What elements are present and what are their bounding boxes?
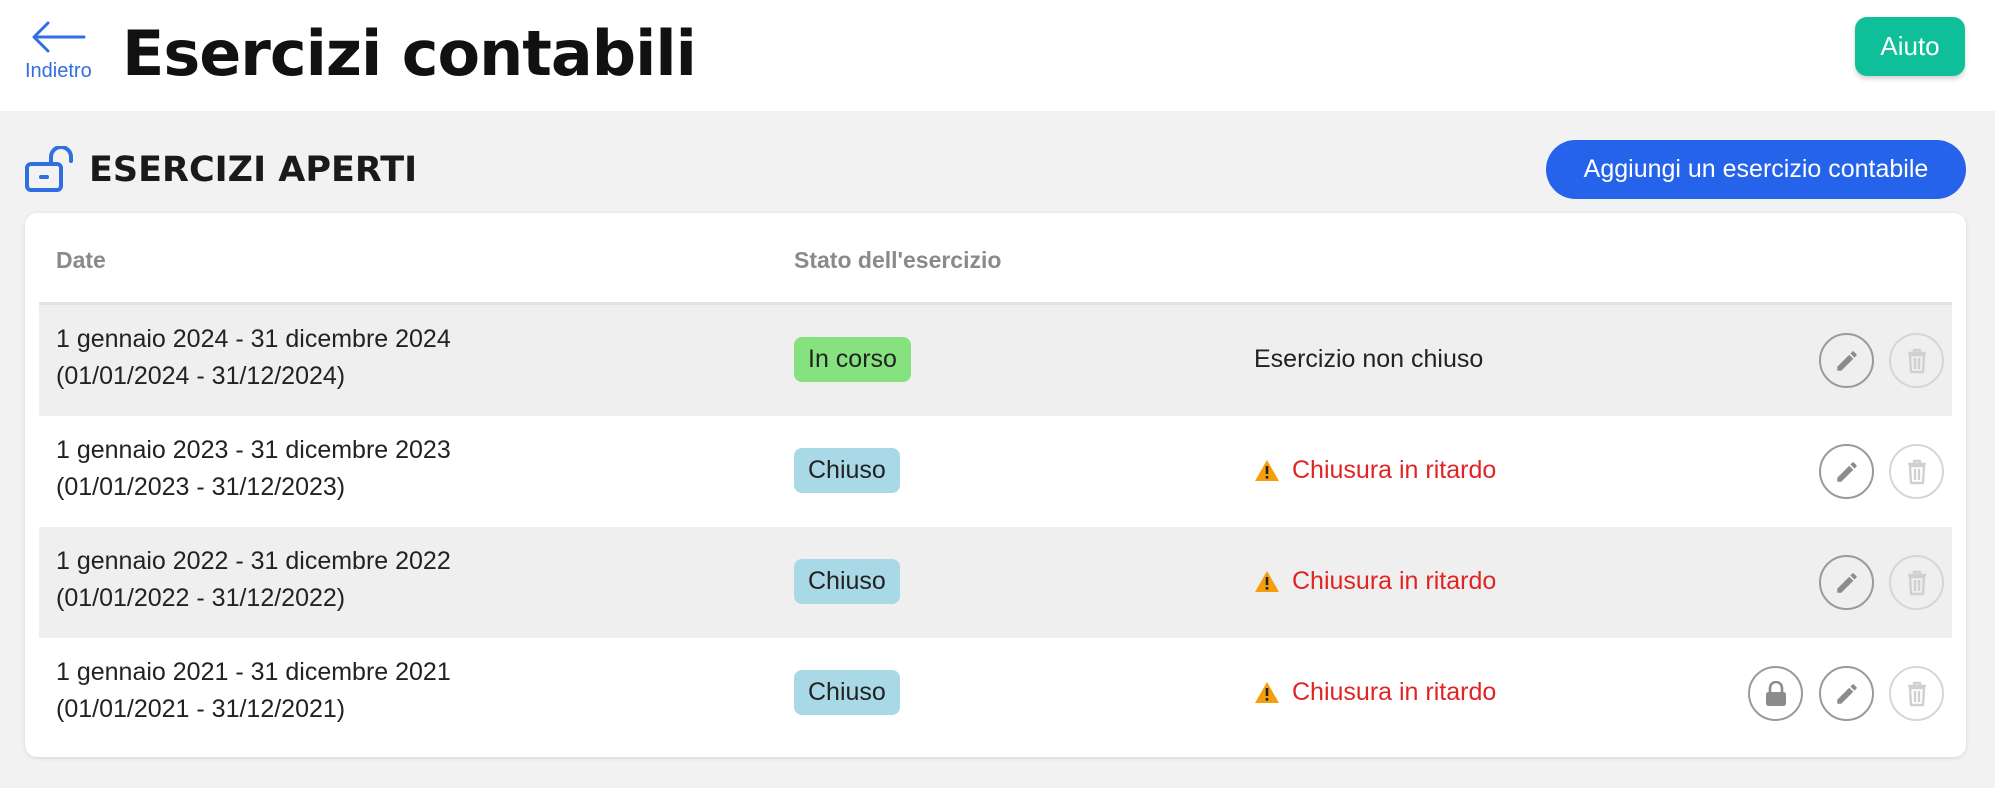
status-badge: Chiuso	[794, 448, 900, 493]
row-note: Esercizio non chiuso	[1254, 345, 1483, 374]
row-note: Chiusura in ritardo	[1254, 456, 1496, 485]
pencil-icon	[1836, 683, 1857, 704]
edit-button[interactable]	[1819, 555, 1874, 610]
trash-icon	[1907, 570, 1926, 595]
row-date-short: (01/01/2024 - 31/12/2024)	[56, 362, 346, 390]
trash-icon	[1907, 681, 1926, 706]
status-badge: Chiuso	[794, 559, 900, 604]
row-date-short: (01/01/2023 - 31/12/2023)	[56, 473, 346, 501]
edit-button[interactable]	[1819, 444, 1874, 499]
lock-button[interactable]	[1748, 666, 1803, 721]
row-note: Chiusura in ritardo	[1254, 567, 1496, 596]
status-badge: Chiuso	[794, 670, 900, 715]
row-date-long: 1 gennaio 2021 - 31 dicembre 2021	[56, 658, 451, 686]
column-header-status: Stato dell'esercizio	[794, 247, 1002, 273]
delete-button[interactable]	[1889, 333, 1944, 388]
row-note-text: Chiusura in ritardo	[1292, 456, 1497, 484]
back-button[interactable]: Indietro	[22, 20, 102, 86]
page-title: Esercizi contabili	[122, 17, 697, 90]
row-note-text: Chiusura in ritardo	[1292, 567, 1497, 595]
edit-button[interactable]	[1819, 333, 1874, 388]
row-date-short: (01/01/2022 - 31/12/2022)	[56, 584, 346, 612]
pencil-icon	[1836, 572, 1857, 593]
lock-icon	[1765, 680, 1786, 706]
row-note: Chiusura in ritardo	[1254, 678, 1496, 707]
trash-icon	[1907, 348, 1926, 373]
row-date-short: (01/01/2021 - 31/12/2021)	[56, 695, 346, 723]
status-badge: In corso	[794, 337, 911, 382]
table-row: 1 gennaio 2021 - 31 dicembre 2021 (01/01…	[39, 638, 1952, 749]
column-header-date: Date	[56, 247, 106, 273]
warning-icon	[1254, 459, 1280, 482]
table-row: 1 gennaio 2023 - 31 dicembre 2023 (01/01…	[39, 416, 1952, 527]
row-date-long: 1 gennaio 2023 - 31 dicembre 2023	[56, 436, 451, 464]
help-button[interactable]: Aiuto	[1855, 17, 1965, 76]
arrow-left-icon	[32, 21, 86, 53]
trash-icon	[1907, 459, 1926, 484]
warning-icon	[1254, 570, 1280, 593]
row-note-text: Chiusura in ritardo	[1292, 678, 1497, 706]
top-bar: Indietro Esercizi contabili Aiuto	[0, 0, 1995, 111]
warning-icon	[1254, 681, 1280, 704]
delete-button[interactable]	[1889, 666, 1944, 721]
fiscal-years-table: Date Stato dell'esercizio 1 gennaio 2024…	[25, 213, 1966, 757]
add-fiscal-year-button[interactable]: Aggiungi un esercizio contabile	[1546, 140, 1966, 199]
edit-button[interactable]	[1819, 666, 1874, 721]
unlock-icon	[25, 145, 77, 198]
pencil-icon	[1836, 350, 1857, 371]
pencil-icon	[1836, 461, 1857, 482]
row-date-long: 1 gennaio 2024 - 31 dicembre 2024	[56, 325, 451, 353]
delete-button[interactable]	[1889, 444, 1944, 499]
back-label: Indietro	[25, 60, 92, 82]
delete-button[interactable]	[1889, 555, 1944, 610]
section-title: ESERCIZI APERTI	[89, 150, 418, 190]
row-date-long: 1 gennaio 2022 - 31 dicembre 2022	[56, 547, 451, 575]
row-note-text: Esercizio non chiuso	[1254, 345, 1484, 373]
table-row: 1 gennaio 2024 - 31 dicembre 2024 (01/01…	[39, 305, 1952, 416]
table-row: 1 gennaio 2022 - 31 dicembre 2022 (01/01…	[39, 527, 1952, 638]
